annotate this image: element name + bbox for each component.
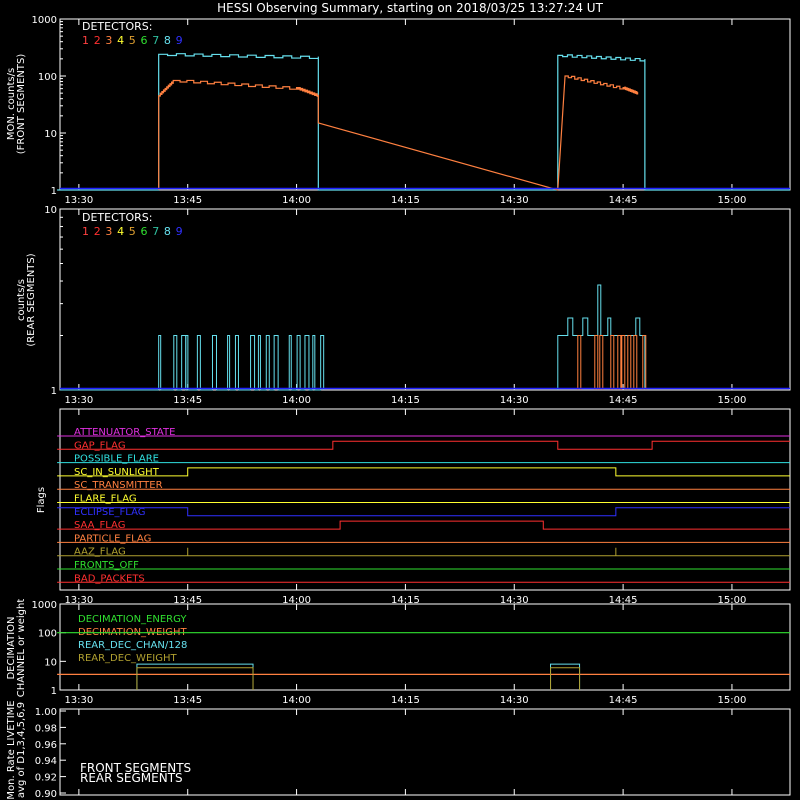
rear-detector-legend: 123456789 — [82, 225, 183, 238]
rear-ylabel-2: (REAR SEGMENTS) — [26, 253, 37, 346]
livetime-y-tick-label: 0.94 — [35, 756, 57, 767]
detector-label: 5 — [129, 34, 136, 47]
front-detector-legend: 123456789 — [82, 34, 183, 47]
x-tick-label: 14:00 — [282, 395, 311, 406]
detector-label: 3 — [105, 225, 112, 238]
x-tick-label: 13:30 — [64, 695, 93, 706]
detector-label: 2 — [94, 34, 101, 47]
x-tick-label: 15:00 — [718, 395, 747, 406]
detector-label: 9 — [176, 34, 183, 47]
front-y-tick-label: 10 — [44, 129, 57, 140]
detector-label: 4 — [117, 34, 124, 47]
x-tick-label: 14:15 — [391, 395, 420, 406]
front-y-tick-label: 1 — [51, 186, 57, 197]
x-tick-label: 13:45 — [173, 695, 202, 706]
decimation-legend: REAR_DEC_CHAN/128 — [78, 640, 187, 651]
decimation-y-tick-label: 1 — [51, 686, 57, 697]
detector-label: 3 — [105, 34, 112, 47]
x-tick-label: 15:00 — [718, 195, 747, 206]
x-tick-label: 15:00 — [718, 695, 747, 706]
flags-ylabel: Flags — [36, 487, 47, 513]
x-tick-label: 14:30 — [500, 395, 529, 406]
livetime-y-tick-label: 1.00 — [35, 707, 57, 718]
front-ylabel: MON. counts/s (FRONT SEGMENTS) — [6, 54, 27, 155]
flag-line-saa-flag — [57, 520, 790, 530]
hessi-summary-figure: HESSI Observing Summary, starting on 201… — [6, 1, 791, 800]
detector-label: 6 — [141, 34, 148, 47]
livetime-y-tick-label: 0.98 — [35, 723, 57, 734]
x-tick-label: 13:30 — [64, 395, 93, 406]
rear-series-8-bursts — [60, 335, 325, 391]
x-tick-label: 13:30 — [64, 195, 93, 206]
x-tick-label: 13:45 — [173, 395, 202, 406]
rear-series-3-bursts — [577, 335, 647, 390]
front-y-tick-label: 1000 — [32, 15, 57, 26]
livetime-ylabel: Mon. Rate LIVETIME avg of D1,3,4,5,6,9 — [6, 700, 27, 799]
front-y-tick-label: 100 — [38, 72, 57, 83]
x-tick-label: 14:45 — [609, 395, 638, 406]
x-tick-label: 14:30 — [500, 695, 529, 706]
detector-label: 1 — [82, 34, 89, 47]
detector-label: 6 — [141, 225, 148, 238]
detector-label: 2 — [94, 225, 101, 238]
detector-label: 9 — [176, 225, 183, 238]
chart-title: HESSI Observing Summary, starting on 201… — [217, 1, 603, 15]
x-tick-label: 14:00 — [282, 195, 311, 206]
x-tick-label: 14:30 — [500, 195, 529, 206]
decimation-legend: REAR_DEC_WEIGHT — [78, 653, 177, 664]
flag-line-sc-in-sunlight — [57, 467, 790, 477]
chart-marks: 13:3013:3013:3013:3013:4513:4513:4513:45… — [32, 15, 790, 800]
x-tick-label: 14:15 — [391, 195, 420, 206]
flag-line-aaz-flag — [57, 547, 790, 557]
livetime-y-tick-label: 0.90 — [35, 789, 57, 800]
flag-line-eclipse-flag — [57, 507, 790, 517]
detector-label: 4 — [117, 225, 124, 238]
x-tick-label: 13:45 — [173, 195, 202, 206]
detector-label: 7 — [152, 34, 159, 47]
rear-ylabel: counts/s (REAR SEGMENTS) — [16, 253, 37, 346]
front-series-8 — [57, 53, 790, 191]
livetime-legend-rear: REAR SEGMENTS — [80, 771, 183, 785]
x-tick-label: 14:45 — [609, 695, 638, 706]
rear-legend-title: DETECTORS: — [82, 211, 152, 224]
x-tick-label: 14:15 — [391, 695, 420, 706]
detector-label: 1 — [82, 225, 89, 238]
flag-label: ECLIPSE_FLAG — [74, 507, 145, 518]
decimation-ylabel-2: CHANNEL or weight — [16, 599, 27, 698]
livetime-y-tick-label: 0.96 — [35, 740, 57, 751]
rear-y-tick-label: 1 — [51, 386, 57, 397]
detector-label: 8 — [164, 34, 171, 47]
front-ylabel-2: (FRONT SEGMENTS) — [16, 54, 27, 155]
x-tick-label: 14:45 — [609, 195, 638, 206]
livetime-y-tick-label: 0.92 — [35, 773, 57, 784]
livetime-ylabel-2: avg of D1,3,4,5,6,9 — [16, 702, 27, 798]
flag-line-gap-flag — [57, 440, 790, 450]
decimation-y-tick-label: 10 — [44, 657, 57, 668]
decimation-y-tick-label: 1000 — [32, 600, 57, 611]
decimation-y-tick-label: 100 — [38, 629, 57, 640]
decimation-legend: DECIMATION_ENERGY — [78, 614, 187, 625]
decimation-ylabel: DECIMATION CHANNEL or weight — [6, 599, 27, 698]
x-tick-label: 14:00 — [282, 695, 311, 706]
detector-label: 8 — [164, 225, 171, 238]
decimation-series-4 — [136, 667, 581, 690]
rear-series-8-second-orbit — [557, 284, 646, 390]
detector-label: 7 — [152, 225, 159, 238]
front-series-3 — [158, 75, 639, 191]
front-legend-title: DETECTORS: — [82, 20, 152, 33]
rear-y-tick-label: 10 — [44, 205, 57, 216]
detector-label: 5 — [129, 225, 136, 238]
